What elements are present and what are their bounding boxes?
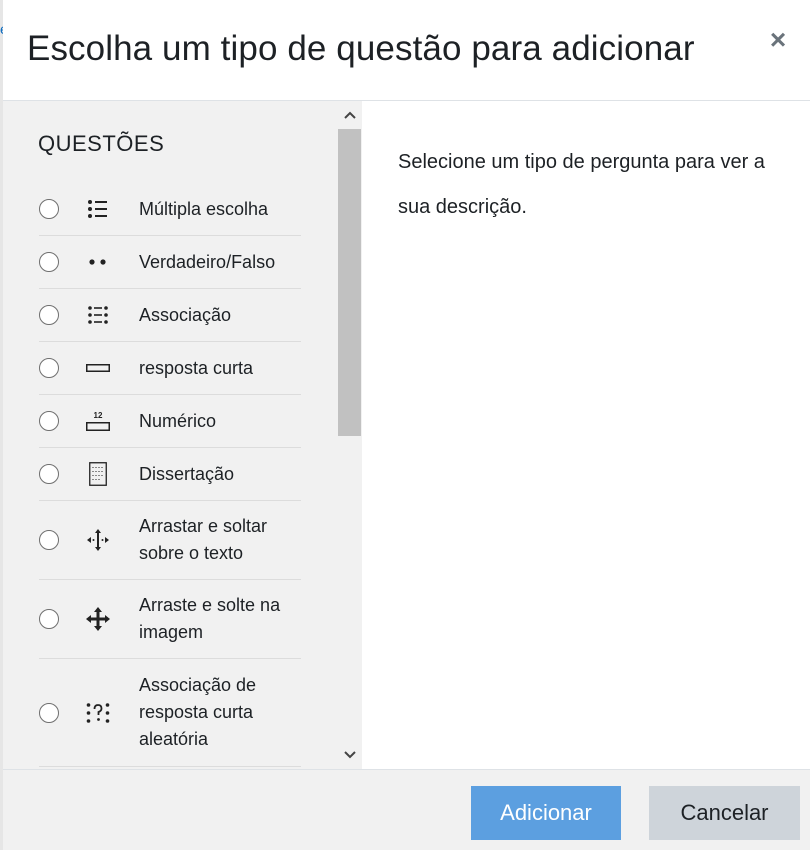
radio-button[interactable] — [39, 411, 59, 431]
numerical-icon: 12 — [86, 409, 110, 433]
list-scrollbar[interactable] — [337, 101, 362, 769]
question-type-numerical[interactable]: 12 Numérico — [39, 395, 301, 448]
chevron-down-icon[interactable] — [342, 747, 358, 763]
radio-button[interactable] — [39, 702, 59, 723]
close-button[interactable]: × — [765, 26, 791, 54]
radio-button[interactable] — [39, 305, 59, 325]
dialog-header: Escolha um tipo de questão para adiciona… — [3, 0, 810, 101]
question-type-label: Arraste e solte na imagem — [139, 595, 281, 642]
ddwtos-icon — [86, 528, 110, 552]
question-type-truefalse[interactable]: Verdadeiro/Falso — [39, 236, 301, 289]
radio-button[interactable] — [39, 199, 59, 219]
question-type-label: Dissertação — [139, 463, 235, 484]
numerical-icon-text: 12 — [94, 411, 103, 420]
question-type-label: Arrastar e soltar sobre o texto — [139, 516, 268, 563]
chevron-up-icon[interactable] — [342, 107, 358, 123]
question-type-label: Verdadeiro/Falso — [139, 251, 276, 272]
radio-button[interactable] — [39, 358, 59, 378]
question-type-multichoice[interactable]: Múltipla escolha — [39, 183, 301, 236]
question-type-list-pane: QUESTÕES Múltipla escolha Verdadeiro/Fal… — [3, 101, 337, 769]
question-type-description: Selecione um tipo de pergunta para ver a… — [398, 151, 765, 218]
question-type-label: Associação — [139, 304, 232, 325]
match-icon — [86, 303, 110, 327]
question-type-ddwtos[interactable]: Arrastar e soltar sobre o texto — [39, 501, 301, 580]
multichoice-icon — [86, 197, 110, 221]
radio-button[interactable] — [39, 609, 59, 629]
scrollbar-thumb[interactable] — [338, 129, 361, 436]
radio-button[interactable] — [39, 252, 59, 272]
question-type-ddimageortext[interactable]: Arraste e solte na imagem — [39, 580, 301, 659]
question-type-shortanswer[interactable]: resposta curta — [39, 342, 301, 395]
essay-icon — [86, 462, 110, 486]
section-title: QUESTÕES — [38, 131, 165, 156]
question-type-label: Numérico — [139, 410, 217, 431]
randomsamatch-icon — [86, 701, 110, 725]
question-type-label: resposta curta — [139, 357, 254, 378]
question-type-list: Múltipla escolha Verdadeiro/Falso Associ… — [39, 183, 301, 767]
question-type-match[interactable]: Associação — [39, 289, 301, 342]
dialog-title: Escolha um tipo de questão para adiciona… — [27, 29, 695, 68]
cancel-button[interactable]: Cancelar — [649, 786, 800, 840]
dialog-footer: Adicionar Cancelar — [3, 769, 810, 850]
radio-button[interactable] — [39, 464, 59, 484]
shortanswer-icon — [86, 356, 110, 380]
radio-button[interactable] — [39, 530, 59, 550]
question-type-label: Associação de resposta curta aleatória — [139, 675, 257, 749]
truefalse-icon — [86, 250, 110, 274]
question-type-essay[interactable]: Dissertação — [39, 448, 301, 501]
question-type-randomsamatch[interactable]: Associação de resposta curta aleatória — [39, 659, 301, 767]
ddimageortext-icon — [86, 607, 110, 631]
question-type-label: Múltipla escolha — [139, 198, 269, 219]
add-button[interactable]: Adicionar — [471, 786, 621, 840]
